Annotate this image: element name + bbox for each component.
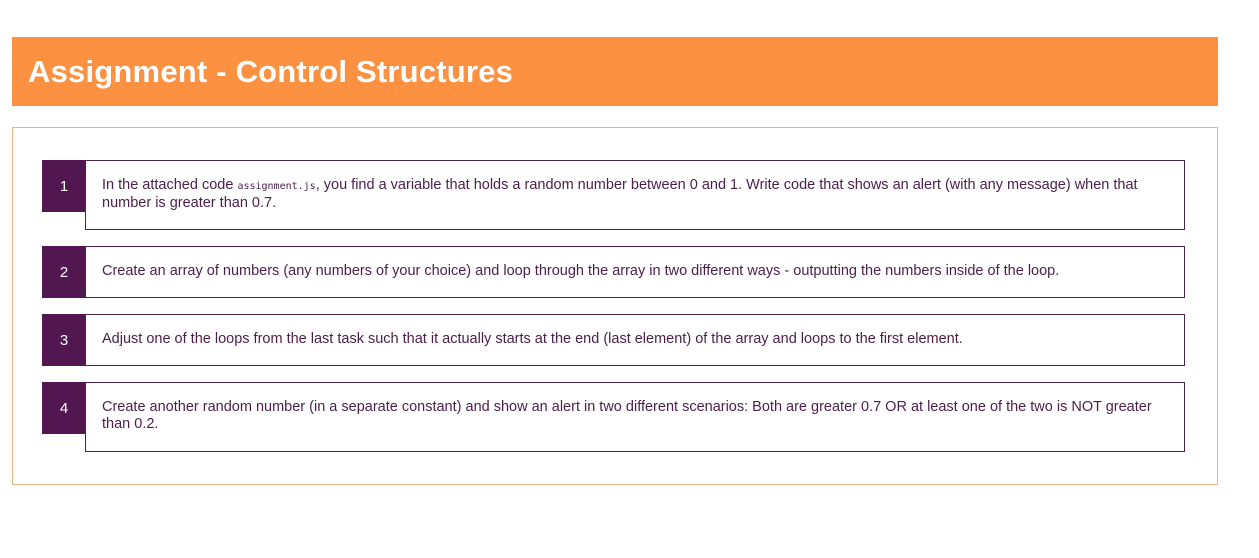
page-title: Assignment - Control Structures — [28, 53, 514, 89]
task-text: Adjust one of the loops from the last ta… — [102, 331, 963, 347]
task-number-badge: 3 — [42, 314, 86, 366]
task-description: Adjust one of the loops from the last ta… — [85, 314, 1185, 366]
page-header: Assignment - Control Structures — [12, 37, 1218, 106]
task-number-badge: 4 — [42, 382, 86, 434]
task-description: Create another random number (in a separ… — [85, 382, 1185, 452]
task-number-badge: 1 — [42, 160, 86, 212]
code-filename: assignment.js — [237, 181, 316, 192]
task-description: Create an array of numbers (any numbers … — [85, 246, 1185, 298]
task-text: In the attached code — [102, 177, 238, 193]
task-description: In the attached code assignment.js, you … — [85, 160, 1185, 230]
task-text: Create an array of numbers (any numbers … — [102, 263, 1060, 279]
task-number-badge: 2 — [42, 246, 86, 298]
tasks-panel: 1 In the attached code assignment.js, yo… — [12, 127, 1218, 485]
task-text: Create another random number (in a separ… — [102, 399, 1152, 432]
